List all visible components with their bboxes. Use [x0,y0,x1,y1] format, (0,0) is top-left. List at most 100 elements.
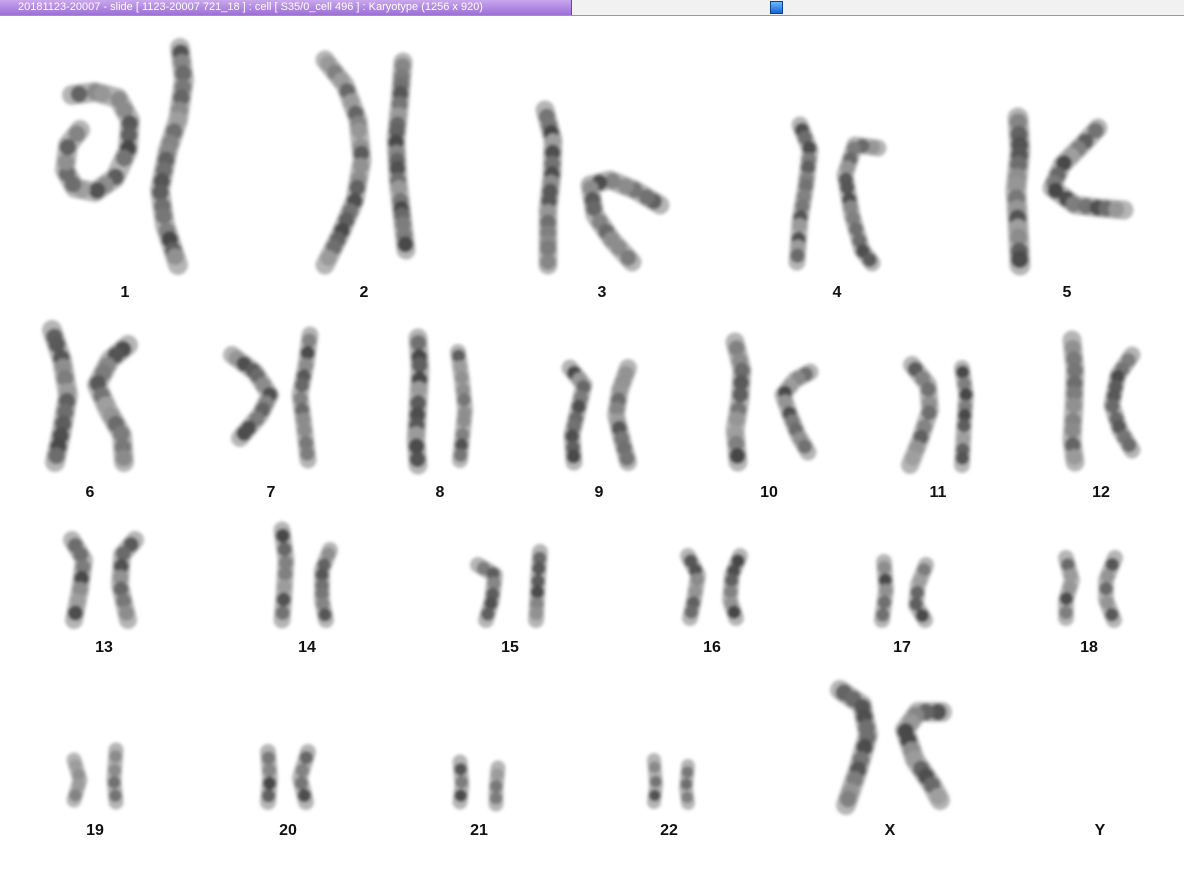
chromosome-band [732,386,749,403]
chromosome[interactable] [908,557,934,628]
chromosome[interactable] [273,521,295,629]
chromosome-band [118,605,135,621]
chromosome-label-21: 21 [470,822,488,839]
chromosome-band [1066,449,1083,465]
chromosome[interactable] [680,548,706,626]
chromosome-band [648,761,661,774]
chromosome[interactable] [679,759,695,810]
chromosome-band [115,149,133,167]
chromosome[interactable] [66,752,88,808]
chromosome[interactable] [528,544,548,628]
chromosome[interactable] [386,52,416,260]
chromosome-band [915,608,930,623]
chromosome-band [1064,568,1078,583]
chromosome-band [688,584,703,599]
chromosome-band [277,542,292,557]
chromosome-band [349,179,366,196]
chromosome[interactable] [1058,550,1080,626]
chromosome-band [681,766,694,779]
chromosome-band [729,447,746,464]
chromosome[interactable] [647,753,663,809]
chromosome-band [409,451,426,468]
chromosome[interactable] [314,542,338,628]
chromosome-band [278,566,293,582]
chromosome[interactable] [63,531,93,629]
chromosome[interactable] [291,326,319,469]
chromosome-label-19: 19 [86,822,104,839]
chromosome[interactable] [470,557,503,628]
chromosome[interactable] [223,346,279,447]
chromosome-band [155,207,173,225]
chromosome-label-7: 7 [267,484,276,501]
chromosome[interactable] [722,548,748,626]
chromosome-band [299,750,313,765]
chromosome-band [454,789,468,802]
chromosome-band [1105,607,1119,622]
chromosome[interactable] [260,744,278,810]
chromosome[interactable] [292,744,316,810]
chromosome[interactable] [774,363,819,461]
chromosome-band [69,788,82,802]
chromosome[interactable] [42,320,78,472]
chromosome-band [261,788,276,803]
chromosome-band [957,419,971,433]
chromosome[interactable] [895,702,952,810]
chromosome-band [88,182,106,199]
chromosome[interactable] [535,100,563,275]
chromosome[interactable] [406,328,430,475]
chromosome[interactable] [561,359,593,471]
chromosome-band [1065,397,1082,414]
chromosome-band [1010,250,1029,269]
chromosome-label-5: 5 [1063,284,1072,301]
chromosome-band [481,607,495,621]
chromosome-label-8: 8 [436,484,445,501]
chromosome[interactable] [788,116,819,271]
chromosome[interactable] [1042,118,1134,220]
chromosome[interactable] [1062,330,1085,472]
chromosome-band [929,788,947,805]
chromosome[interactable] [452,754,470,810]
chromosome[interactable] [725,332,752,472]
chromosome-band [648,789,661,802]
chromosome-band [489,779,503,793]
chromosome-band [236,425,252,441]
chromosome[interactable] [488,760,506,812]
chromosome[interactable] [607,359,637,471]
chromosome[interactable] [150,38,194,275]
chromosome-band [261,751,276,765]
chromosome-band [955,365,970,379]
chromosome[interactable] [874,554,894,628]
chromosome[interactable] [836,136,887,272]
chromosome[interactable] [111,531,144,629]
chromosome-band [529,606,544,621]
chromosome-band [955,451,970,465]
chromosome-band [302,333,317,348]
chromosome-band [862,252,877,268]
chromosome-band [300,446,315,461]
chromosome-band [649,775,662,788]
chromosome[interactable] [1103,346,1141,459]
chromosome[interactable] [1005,107,1031,276]
chromosome-label-17: 17 [893,639,911,656]
chromosome[interactable] [580,170,670,272]
chromosome-label-y: Y [1095,822,1106,839]
chromosome-band [275,605,290,621]
chromosome-band [491,768,504,781]
chromosome[interactable] [450,344,473,468]
chromosome-label-9: 9 [595,484,604,501]
chromosome[interactable] [106,742,124,810]
chromosome-label-15: 15 [501,639,519,656]
chromosome-band [879,583,893,598]
chromosome[interactable] [55,82,140,202]
chromosome[interactable] [901,356,939,474]
chromosome[interactable] [315,50,372,275]
chromosome-band [797,439,812,454]
chromosome[interactable] [87,335,138,472]
chromosome[interactable] [1098,550,1123,628]
chromosome[interactable] [954,360,974,473]
chromosome-label-20: 20 [279,822,297,839]
chromosome[interactable] [830,680,878,815]
chromosome-band [1100,569,1115,583]
chromosome-band [294,776,309,790]
chromosome-band [397,236,414,253]
